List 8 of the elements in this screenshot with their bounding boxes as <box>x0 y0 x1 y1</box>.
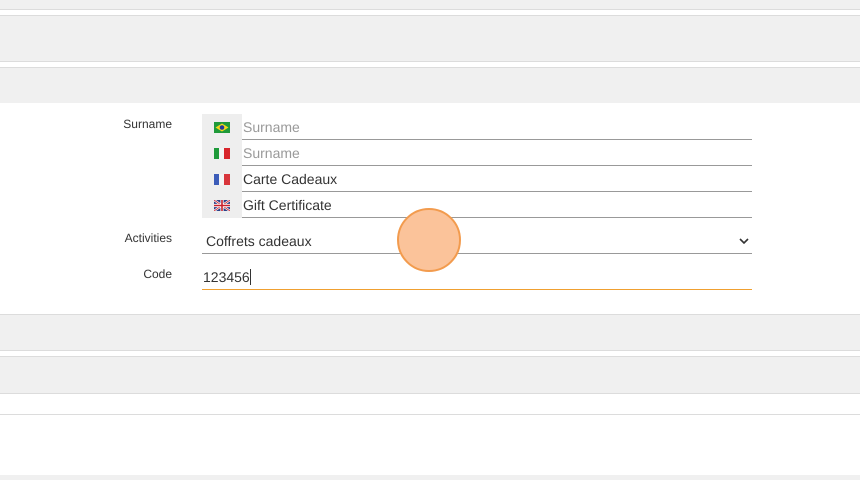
flag-icon <box>214 148 230 158</box>
field-label: Code <box>142 266 172 281</box>
flag-icon <box>214 174 230 184</box>
flag-icon <box>214 200 230 210</box>
field-label: Surname <box>122 116 172 131</box>
flag-icon <box>214 122 230 132</box>
chevron-down-icon <box>739 238 749 244</box>
field-label: Activities <box>124 230 172 245</box>
